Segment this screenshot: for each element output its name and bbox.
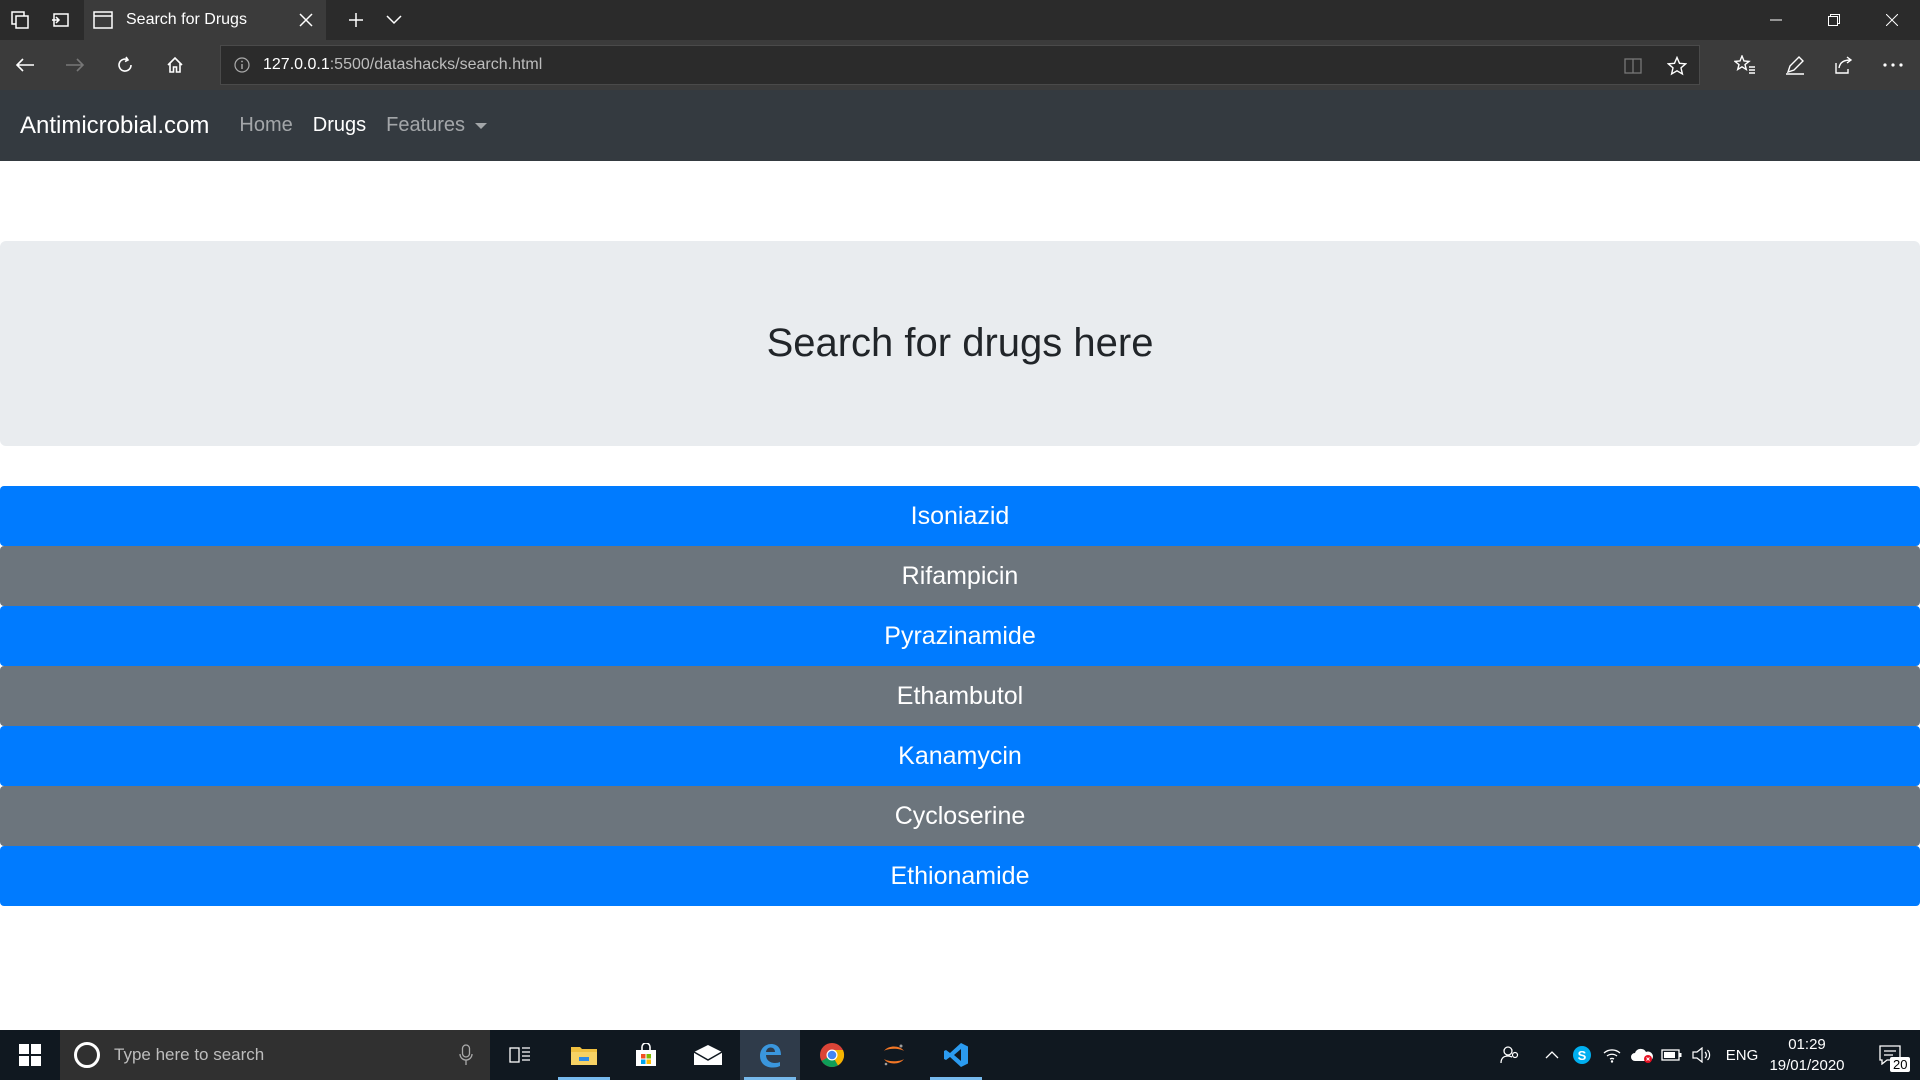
drug-list: Isoniazid Rifampicin Pyrazinamide Ethamb… [0, 486, 1920, 906]
language-label: ENG [1725, 1046, 1759, 1064]
pen-icon[interactable] [1778, 49, 1812, 81]
nav-home-link[interactable]: Home [239, 114, 292, 137]
forward-icon[interactable] [58, 49, 92, 81]
drug-button-rifampicin[interactable]: Rifampicin [0, 546, 1920, 606]
close-icon[interactable] [1864, 0, 1920, 40]
skype-icon[interactable]: S [1568, 1030, 1596, 1080]
address-bar[interactable]: 127.0.0.1:5500/datashacks/search.html [220, 45, 1700, 85]
restore-icon[interactable] [1806, 0, 1862, 40]
windows-icon[interactable] [0, 1030, 60, 1080]
site-navbar: Antimicrobial.com Home Drugs Features [0, 90, 1920, 161]
language-indicator[interactable]: ENG [1722, 1030, 1762, 1080]
store-icon[interactable] [616, 1030, 676, 1080]
url-text[interactable]: 127.0.0.1:5500/datashacks/search.html [263, 56, 542, 74]
notification-icon[interactable]: 20 [1860, 1030, 1920, 1080]
vscode-icon[interactable] [926, 1030, 986, 1080]
drug-button-ethambutol[interactable]: Ethambutol [0, 666, 1920, 726]
wifi-icon[interactable] [1598, 1030, 1626, 1080]
task-view-icon[interactable] [490, 1030, 550, 1080]
nav-features-label: Features [386, 114, 466, 136]
drug-button-cycloserine[interactable]: Cycloserine [0, 786, 1920, 846]
set-aside-icon[interactable] [48, 8, 72, 32]
url-path: :5500/datashacks/search.html [329, 56, 543, 73]
jumbotron: Search for drugs here [0, 241, 1920, 446]
svg-text:S: S [1578, 1048, 1587, 1063]
tab-title: Search for Drugs [126, 11, 247, 28]
plus-icon[interactable] [340, 4, 372, 36]
search-icon [74, 1042, 100, 1068]
star-icon[interactable] [1661, 50, 1693, 82]
nav-drugs-link[interactable]: Drugs [313, 114, 366, 137]
chevron-up-icon[interactable] [1538, 1030, 1566, 1080]
minimize-icon[interactable] [1748, 0, 1804, 40]
close-icon[interactable] [290, 4, 322, 36]
notification-count: 20 [1890, 1057, 1911, 1072]
favorites-icon[interactable] [1728, 49, 1762, 81]
mic-icon[interactable] [456, 1043, 476, 1067]
page-title: Search for drugs here [766, 321, 1154, 365]
info-icon[interactable] [233, 56, 251, 74]
drug-button-isoniazid[interactable]: Isoniazid [0, 486, 1920, 546]
url-host: 127.0.0.1 [263, 56, 330, 73]
drug-button-ethionamide[interactable]: Ethionamide [0, 846, 1920, 906]
windows-taskbar: Type here to search S ENG 01:29 19/01/20… [0, 1030, 1920, 1080]
jupyter-icon[interactable] [864, 1030, 924, 1080]
taskbar-search-box[interactable]: Type here to search [60, 1030, 490, 1080]
tab-active[interactable]: Search for Drugs [84, 0, 326, 40]
brand-link[interactable]: Antimicrobial.com [20, 112, 209, 140]
clock-date: 19/01/2020 [1769, 1057, 1845, 1074]
more-icon[interactable] [1876, 49, 1910, 81]
people-icon[interactable] [1490, 1030, 1530, 1080]
onedrive-icon[interactable] [1628, 1030, 1656, 1080]
file-explorer-icon[interactable] [554, 1030, 614, 1080]
browser-tab-bar: Search for Drugs [0, 0, 1920, 40]
chevron-down-icon[interactable] [378, 4, 410, 36]
refresh-icon[interactable] [108, 49, 142, 81]
taskbar-search-placeholder: Type here to search [114, 1045, 265, 1064]
page-icon [92, 9, 114, 31]
chrome-icon[interactable] [802, 1030, 862, 1080]
share-icon[interactable] [1826, 49, 1860, 81]
caret-down-icon [475, 122, 488, 129]
edge-icon[interactable] [740, 1030, 800, 1080]
back-icon[interactable] [8, 49, 42, 81]
drug-button-pyrazinamide[interactable]: Pyrazinamide [0, 606, 1920, 666]
tab-actions-icon[interactable] [8, 8, 32, 32]
drug-button-kanamycin[interactable]: Kanamycin [0, 726, 1920, 786]
volume-icon[interactable] [1688, 1030, 1716, 1080]
home-icon[interactable] [158, 49, 192, 81]
reading-view-icon[interactable] [1617, 50, 1649, 82]
nav-features-dropdown[interactable]: Features [386, 114, 488, 137]
taskbar-clock[interactable]: 01:29 19/01/2020 [1765, 1034, 1849, 1076]
mail-icon[interactable] [678, 1030, 738, 1080]
battery-icon[interactable] [1658, 1030, 1686, 1080]
clock-time: 01:29 [1788, 1036, 1826, 1053]
